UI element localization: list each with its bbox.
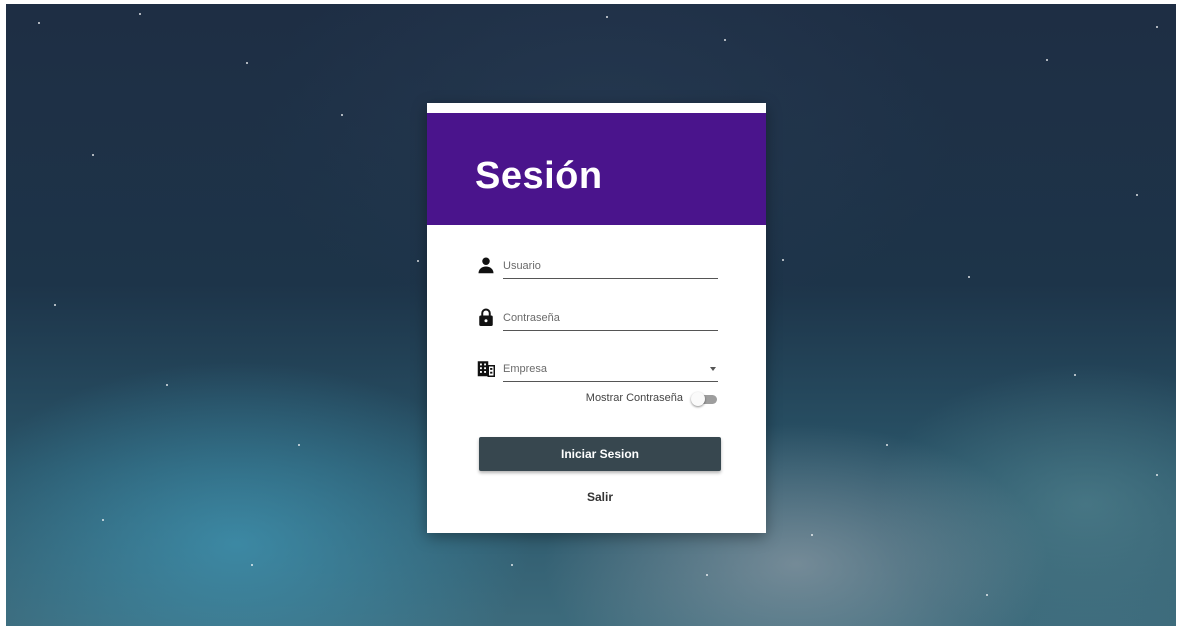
star [417,260,419,262]
company-field-group: Empresa [477,357,718,383]
star [511,564,513,566]
star [246,62,248,64]
star [1156,474,1158,476]
star [341,114,343,116]
star [886,444,888,446]
company-select[interactable]: Empresa [503,357,718,382]
login-card: Sesión Usuario Empresa Mostrar Contraseñ… [427,103,766,533]
show-password-label: Mostrar Contraseña [585,392,683,404]
starry-background: Sesión Usuario Empresa Mostrar Contraseñ… [6,4,1176,626]
star [1156,26,1158,28]
star [251,564,253,566]
star [782,259,784,261]
star [986,594,988,596]
star [724,39,726,41]
star [102,519,104,521]
exit-button[interactable]: Salir [547,486,653,508]
password-field-group [477,306,718,332]
star [968,276,970,278]
star [298,444,300,446]
star [166,384,168,386]
star [54,304,56,306]
lock-icon [479,308,493,326]
star [811,534,813,536]
chevron-down-icon [710,367,716,371]
star [1046,59,1048,61]
password-input[interactable] [503,306,718,331]
username-field-group [477,254,718,280]
building-icon [477,361,495,377]
star [38,22,40,24]
star [1074,374,1076,376]
login-button[interactable]: Iniciar Sesion [479,437,721,471]
login-header: Sesión [427,113,766,225]
company-select-placeholder: Empresa [503,363,548,375]
username-input[interactable] [503,254,718,279]
person-icon [478,257,494,274]
star [606,16,608,18]
show-password-row: Mostrar Contraseña [547,390,719,408]
toggle-knob [691,392,705,406]
star [92,154,94,156]
show-password-toggle[interactable] [691,392,719,406]
star [1136,194,1138,196]
login-title: Sesión [475,155,603,197]
star [706,574,708,576]
star [139,13,141,15]
